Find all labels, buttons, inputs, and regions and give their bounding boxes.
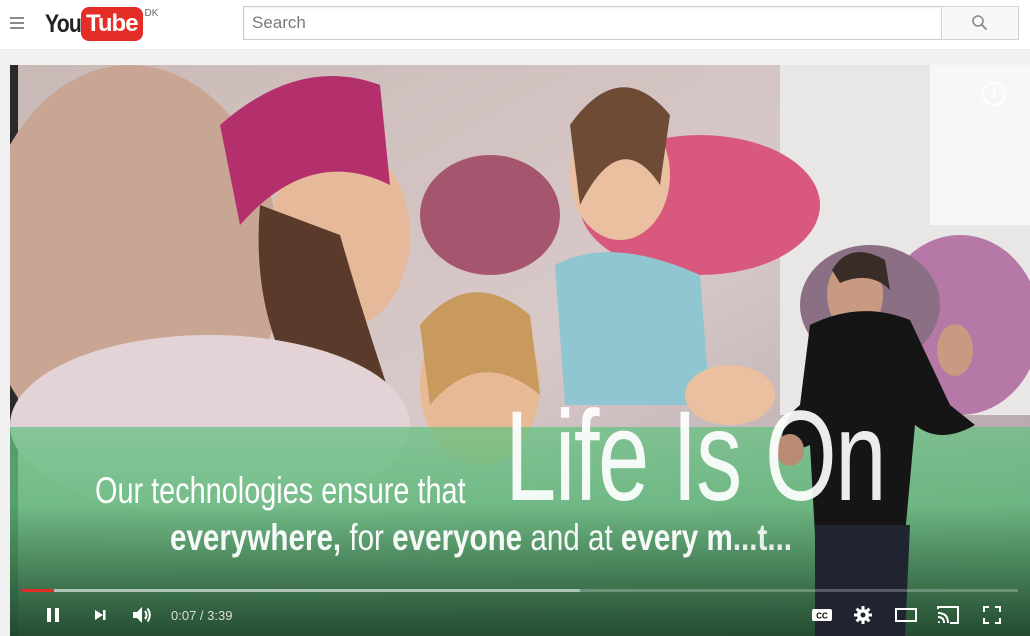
video-player[interactable]: Our technologies ensure that Life Is On … [10, 65, 1030, 636]
info-icon[interactable]: i [982, 82, 1006, 106]
fullscreen-button[interactable] [978, 602, 1006, 628]
slide-word-everywhere: everywhere, [170, 517, 342, 558]
captions-icon: CC [812, 609, 832, 621]
logo-you-text: You [45, 9, 82, 38]
search-input[interactable] [243, 6, 941, 40]
next-button[interactable] [88, 602, 112, 628]
slide-word-everyone: everyone [392, 517, 523, 558]
slide-text-line-2: everywhere, for everyone and at every m.… [170, 517, 792, 559]
slide-word-every-moment: every m [620, 517, 733, 558]
youtube-logo[interactable]: You Tube DK [45, 4, 158, 44]
region-code: DK [144, 8, 159, 19]
slide-word-and-at: and at [522, 517, 621, 558]
settings-icon [854, 606, 872, 624]
volume-icon [133, 607, 151, 623]
search-form [243, 6, 1019, 40]
search-icon [972, 15, 988, 31]
fullscreen-icon [983, 606, 1001, 624]
mute-button[interactable] [128, 602, 156, 628]
slide-text-line-1: Our technologies ensure that [95, 470, 466, 511]
guide-menu-icon[interactable] [8, 14, 28, 34]
pause-icon [47, 608, 59, 622]
progress-played [22, 589, 54, 592]
theater-button[interactable] [892, 602, 920, 628]
progress-bar[interactable] [22, 589, 1018, 592]
captions-button[interactable]: CC [809, 602, 835, 628]
theater-icon [895, 608, 917, 622]
progress-loaded [22, 589, 580, 592]
svg-text:CC: CC [816, 612, 828, 621]
slide-word-tail: ...t... [732, 517, 793, 558]
logo-tube-text: Tube [81, 7, 143, 41]
cast-button[interactable] [934, 602, 962, 628]
player-controls: 0:07 / 3:39 CC [10, 596, 1030, 634]
play-pause-button[interactable] [40, 602, 66, 628]
search-button[interactable] [941, 6, 1019, 40]
slide-word-for: for [341, 517, 393, 558]
masthead: You Tube DK [0, 0, 1030, 50]
cast-icon [937, 606, 959, 624]
settings-button[interactable] [850, 602, 876, 628]
time-display: 0:07 / 3:39 [171, 608, 233, 623]
next-icon [95, 610, 106, 620]
slide-headline: Life Is On [505, 385, 886, 528]
